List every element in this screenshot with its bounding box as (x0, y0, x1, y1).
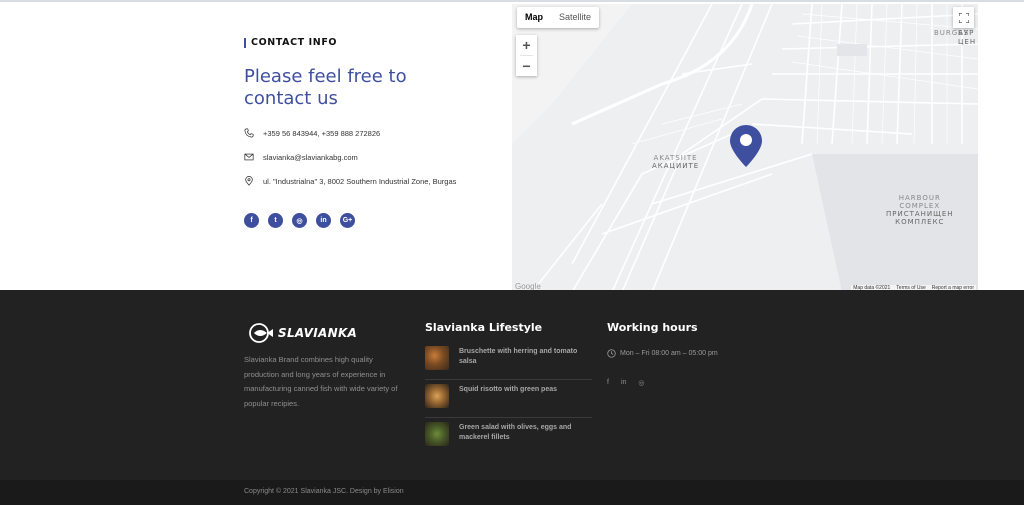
label-burgas-cyrillic: БУР ЦЕН (958, 29, 977, 46)
facebook-icon[interactable]: f (244, 213, 259, 228)
instagram-icon[interactable]: ◎ (638, 379, 644, 387)
lifestyle-list: Bruschette with herring and tomato salsa… (425, 346, 592, 452)
post-title[interactable]: Green salad with olives, eggs and macker… (459, 423, 592, 443)
label-burgas: BURGAS БУР ЦЕН (934, 29, 976, 47)
linkedin-icon[interactable]: in (316, 213, 331, 228)
map-tab[interactable]: Map (517, 7, 551, 28)
copyright-text: Copyright © 2021 Slavianka JSC. Design b… (244, 488, 404, 495)
map-type-toggle: Map Satellite (517, 7, 600, 28)
post-title[interactable]: Squid risotto with green peas (459, 385, 557, 395)
phone-row: +359 56 843944, +359 888 272826 (244, 128, 380, 138)
clock-icon (607, 349, 616, 358)
brand-name: SLAVIANKA (278, 326, 358, 340)
brand-logo[interactable]: SLAVIANKA (248, 322, 357, 344)
footer-socials: f in ◎ (607, 379, 645, 387)
fish-logo-icon (249, 323, 273, 343)
site-footer: SLAVIANKA Slavianka Brand combines high … (0, 290, 1024, 480)
label-akatsiite-latin: AKATSIITE (653, 154, 698, 162)
post-thumbnail[interactable] (425, 346, 449, 370)
post-title[interactable]: Bruschette with herring and tomato salsa (459, 347, 592, 367)
phone-text[interactable]: +359 56 843944, +359 888 272826 (263, 129, 380, 138)
address-text: ul. "Industrialna" 3, 8002 Southern Indu… (263, 176, 457, 186)
email-row: slavianka@slaviankabg.com (244, 152, 358, 162)
hours-row: Mon – Fri 08:00 am – 05:00 pm (607, 349, 718, 358)
location-icon (245, 176, 253, 186)
google-plus-icon[interactable]: G+ (340, 213, 355, 228)
zoom-control: + − (516, 35, 537, 76)
map-pin-icon[interactable] (730, 125, 762, 167)
envelope-icon (244, 153, 254, 161)
hours-title: Working hours (607, 321, 698, 334)
zoom-in-button[interactable]: + (516, 35, 537, 55)
list-item[interactable]: Squid risotto with green peas (425, 380, 592, 418)
post-thumbnail[interactable] (425, 422, 449, 446)
headline-line-2: contact us (244, 88, 338, 109)
label-harbour-latin: HARBOUR COMPLEX (898, 194, 941, 210)
brand-description: Slavianka Brand combines high quality pr… (244, 355, 398, 408)
label-akatsiite-cyrillic: АКАЦИИТЕ (652, 162, 700, 170)
section-label: CONTACT INFO (244, 38, 504, 48)
facebook-icon[interactable]: f (607, 379, 609, 387)
phone-icon (244, 128, 254, 138)
twitter-icon[interactable]: t (268, 213, 283, 228)
headline-line-1: Please feel free to (244, 66, 407, 87)
instagram-icon[interactable]: ◎ (292, 213, 307, 228)
list-item[interactable]: Green salad with olives, eggs and macker… (425, 418, 592, 452)
fullscreen-icon (958, 12, 969, 23)
contact-socials: f t ◎ in G+ (244, 213, 355, 228)
hours-text: Mon – Fri 08:00 am – 05:00 pm (620, 350, 718, 357)
label-harbour: HARBOUR COMPLEX ПРИСТАНИЩЕН КОМПЛЕКС (886, 194, 954, 226)
zoom-out-button[interactable]: − (516, 56, 537, 76)
satellite-tab[interactable]: Satellite (551, 7, 599, 28)
linkedin-icon[interactable]: in (621, 379, 626, 387)
map-embed[interactable]: Map Satellite + − BURGAS БУР ЦЕН AKATSII… (512, 4, 978, 292)
bottom-bar: Copyright © 2021 Slavianka JSC. Design b… (0, 480, 1024, 505)
contact-info: CONTACT INFO Please feel free to contact… (244, 38, 504, 228)
post-thumbnail[interactable] (425, 384, 449, 408)
email-text[interactable]: slavianka@slaviankabg.com (263, 153, 358, 162)
list-item[interactable]: Bruschette with herring and tomato salsa (425, 346, 592, 380)
fullscreen-button[interactable] (953, 7, 974, 28)
address-row: ul. "Industrialna" 3, 8002 Southern Indu… (244, 176, 456, 186)
label-akatsiite: AKATSIITE АКАЦИИТЕ (652, 154, 699, 170)
contact-section: CONTACT INFO Please feel free to contact… (0, 2, 1024, 292)
contact-headline: Please feel free to contact us (244, 66, 504, 110)
label-harbour-cyrillic: ПРИСТАНИЩЕН КОМПЛЕКС (886, 210, 954, 226)
lifestyle-title: Slavianka Lifestyle (425, 321, 543, 334)
